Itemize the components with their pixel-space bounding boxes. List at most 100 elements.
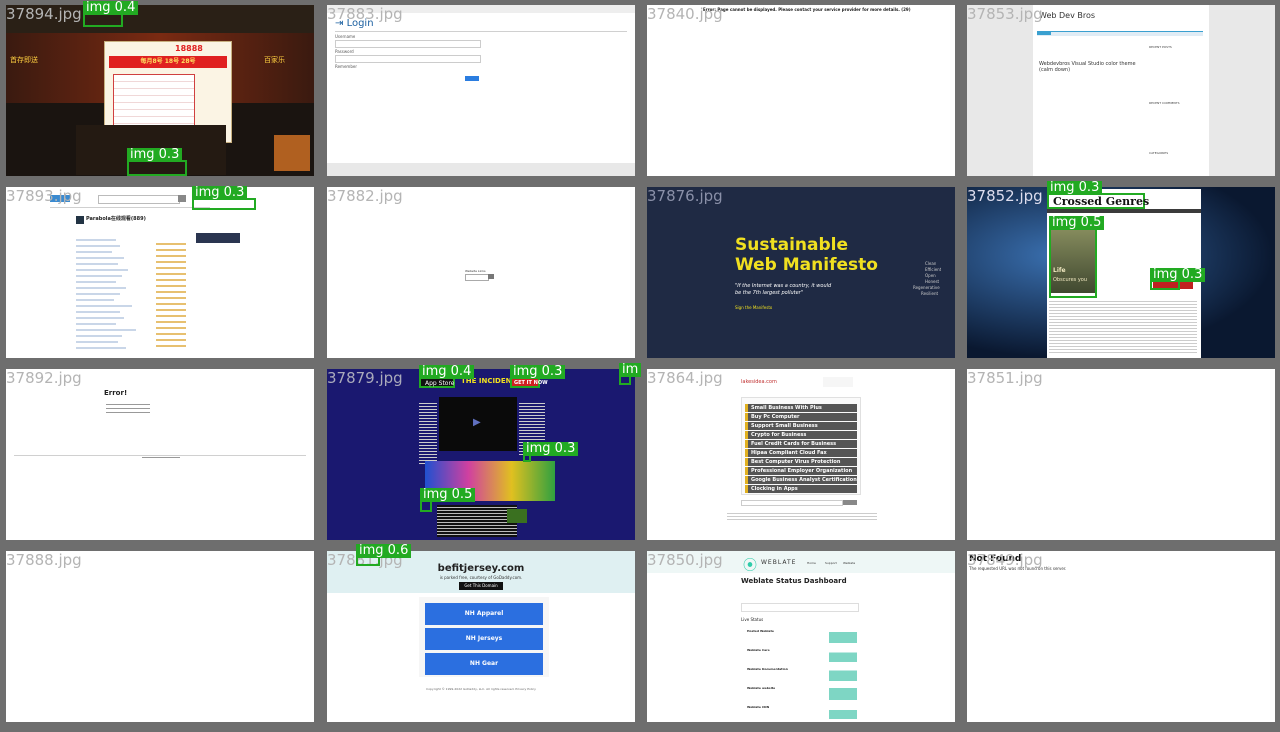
nav-weblate[interactable]: Weblate <box>843 561 855 565</box>
app-store-badge[interactable]: App Store <box>425 380 455 387</box>
manifesto-item: Open <box>925 273 936 278</box>
tile-37864[interactable]: lakesidea.com Small Business With Plus B… <box>647 369 955 540</box>
tile-filename: 37876.jpg <box>647 187 723 205</box>
field-label: Remember <box>335 64 357 69</box>
link-item[interactable]: Fuel Credit Cards for Business <box>745 440 857 448</box>
detection-box: img 0.3 <box>192 186 256 210</box>
brand-name: WEBLATE <box>761 559 797 566</box>
list-item[interactable] <box>76 269 128 271</box>
category-button[interactable]: NH Gear <box>425 653 543 675</box>
links-input[interactable] <box>465 274 489 281</box>
tile-37883[interactable]: ⇥ Login Username Password Remember <box>327 5 635 176</box>
list-item[interactable] <box>76 317 124 319</box>
link-item[interactable]: Crypto for Business <box>745 431 857 439</box>
link-item[interactable]: Buy Pc Computer <box>745 413 857 421</box>
list-item[interactable] <box>76 323 116 325</box>
detection-box: img 0.6 <box>356 544 412 566</box>
tile-37852[interactable]: Life Obscures you <box>967 187 1275 358</box>
link-item[interactable]: Best Computer Virus Protection <box>745 458 857 466</box>
tile-37876[interactable]: Sustainable Web Manifesto "If the Intern… <box>647 187 955 358</box>
tile-37840[interactable]: Error: Page cannot be displayed. Please … <box>647 5 955 176</box>
weblate-logo-icon: ⦿ <box>743 558 757 574</box>
tile-37882[interactable]: Website Links <box>327 187 635 358</box>
category-button[interactable]: NH Jerseys <box>425 628 543 650</box>
image-grid: 每月8号 18号 28号 18888 首存即送 百家乐 37894.jpg im… <box>0 0 1280 732</box>
divider <box>14 455 306 456</box>
video-player[interactable]: ▶ <box>439 397 517 451</box>
list-item[interactable] <box>76 305 132 307</box>
list-item[interactable] <box>76 299 114 301</box>
tile-37851[interactable] <box>967 369 1275 540</box>
list-item[interactable] <box>76 275 122 277</box>
manifesto-item: Efficient <box>925 267 942 272</box>
password-input[interactable] <box>335 55 481 63</box>
link-item[interactable]: Clocking in Apps <box>745 485 857 493</box>
sidebar-heading: RECENT POSTS <box>1149 45 1172 49</box>
nav-support[interactable]: Support <box>825 561 837 565</box>
sign-link[interactable]: Sign the Manifesto <box>735 305 772 310</box>
bottom-banner <box>507 509 527 523</box>
username-input[interactable] <box>335 40 481 48</box>
get-domain-button[interactable]: Get This Domain <box>459 582 503 590</box>
popup-banner: 每月8号 18号 28号 <box>109 56 227 68</box>
post-title: Webdevbros Visual Studio color theme (ca… <box>1039 61 1136 73</box>
tile-37879[interactable]: ▶ <box>327 369 635 540</box>
tile-37888[interactable] <box>6 551 314 722</box>
list-item[interactable] <box>76 335 122 337</box>
channel-title: Parabola在线观看(889) <box>86 216 146 222</box>
list-item[interactable] <box>76 281 116 283</box>
tile-filename: 37883.jpg <box>327 5 403 23</box>
list-item[interactable] <box>76 287 126 289</box>
search-input[interactable] <box>741 500 843 506</box>
link-item[interactable]: Support Small Business <box>745 422 857 430</box>
tile-37853[interactable]: Web Dev Bros Webdevbros Visual Studio co… <box>967 5 1275 176</box>
list-item[interactable] <box>76 341 118 343</box>
list-item[interactable] <box>76 257 124 259</box>
search-button[interactable] <box>178 195 186 202</box>
tile-37849[interactable]: Not Found The requested URL was not foun… <box>967 551 1275 722</box>
get-it-badge[interactable]: GET IT NOW <box>514 380 548 386</box>
manifesto-item: Honest <box>925 279 940 284</box>
link-item[interactable]: Small Business With Plus <box>745 404 857 412</box>
nav-home[interactable]: Home <box>807 561 816 565</box>
detection-box: img 0.4 App Store <box>419 365 475 388</box>
link-item[interactable]: Google Business Analyst Certification <box>745 476 857 484</box>
tile-37892[interactable]: Error! <box>6 369 314 540</box>
tile-filename: 37888.jpg <box>6 551 82 569</box>
tile-filename: 37882.jpg <box>327 187 403 205</box>
detection-box: img 0.3 Crossed Genres <box>1047 181 1149 209</box>
list-item[interactable] <box>76 239 116 241</box>
list-item[interactable] <box>76 245 120 247</box>
list-item[interactable] <box>76 347 126 349</box>
search-button[interactable] <box>843 500 857 505</box>
links-go-button[interactable] <box>488 274 494 279</box>
divider <box>335 31 627 32</box>
left-text-box <box>419 401 437 465</box>
channel-icon <box>76 216 84 224</box>
footer-text <box>727 511 877 521</box>
detection-box: img 0.3 <box>523 442 579 462</box>
tile-37881[interactable]: befitjersey.com is parked free, courtesy… <box>327 551 635 722</box>
status-summary <box>741 603 859 612</box>
tile-37850[interactable]: ⦿ WEBLATE Home Support Weblate Weblate S… <box>647 551 955 722</box>
search-input[interactable] <box>98 195 180 204</box>
list-item[interactable] <box>76 251 112 253</box>
nav-home[interactable] <box>1037 31 1051 35</box>
links-panel: Small Business With Plus Buy Pc Computer… <box>741 397 861 495</box>
latency-chart <box>829 665 857 681</box>
tile-37893[interactable]: Parabola在线观看(889) <box>6 187 314 358</box>
quote: "If the Internet was a country, it would… <box>735 283 832 296</box>
list-item[interactable] <box>76 263 118 265</box>
list-item[interactable] <box>76 293 120 295</box>
footer-text <box>142 457 180 458</box>
list-item[interactable] <box>76 329 136 331</box>
link-item[interactable]: Hipaa Compliant Cloud Fax <box>745 449 857 457</box>
detection-box: img 0.5 <box>420 488 476 512</box>
category-button[interactable]: NH Apparel <box>425 603 543 625</box>
play-icon[interactable]: ▶ <box>473 417 481 428</box>
list-item[interactable] <box>76 311 120 313</box>
login-button[interactable] <box>465 76 479 81</box>
link-item[interactable]: Professional Employer Organization <box>745 467 857 475</box>
site-title: Web Dev Bros <box>1039 11 1096 20</box>
live-status: Live Status <box>741 617 764 622</box>
